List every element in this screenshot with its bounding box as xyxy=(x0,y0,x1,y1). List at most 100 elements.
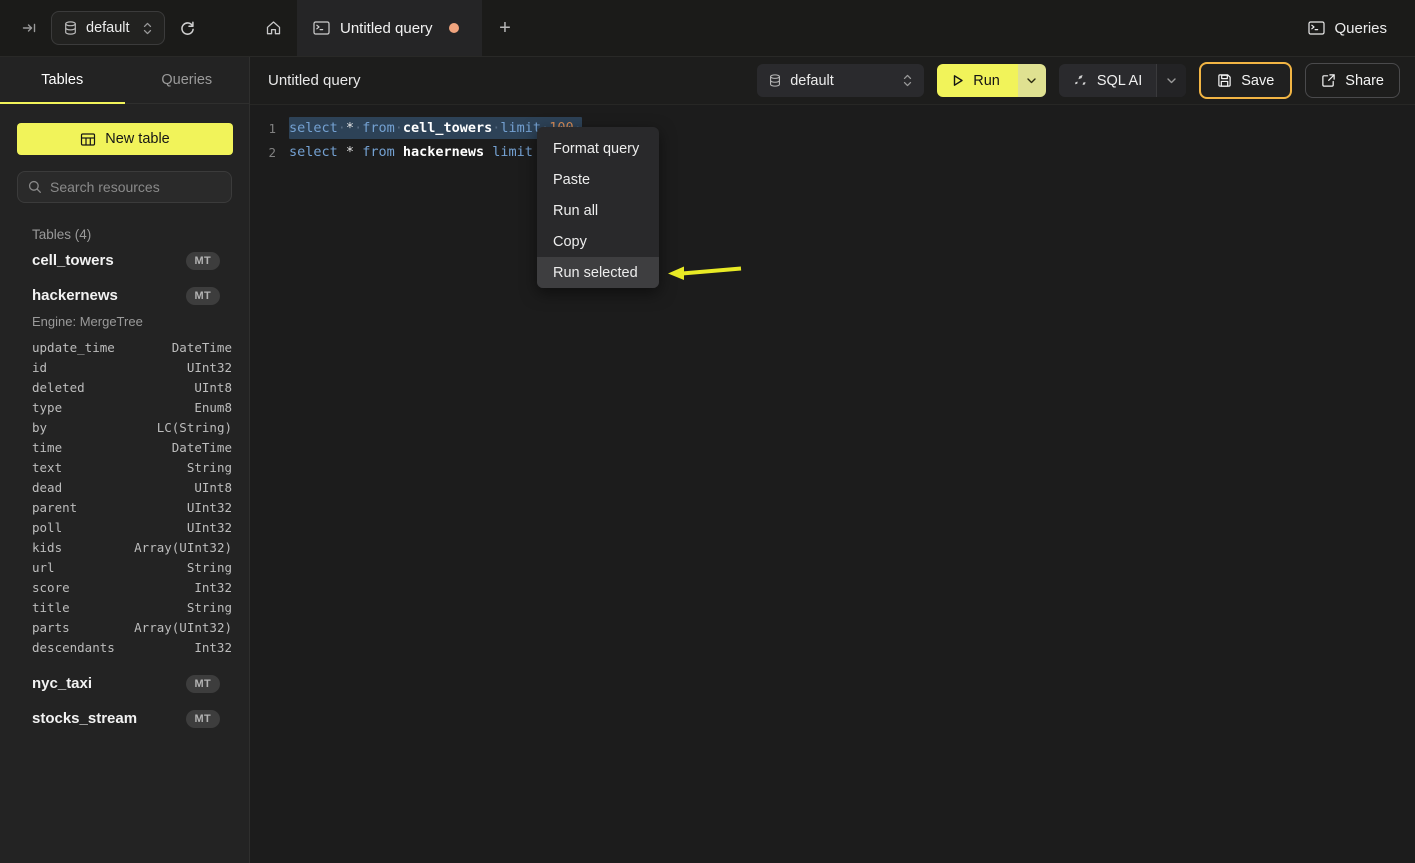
new-table-button[interactable]: New table xyxy=(17,123,233,155)
column-row: scoreInt32 xyxy=(0,577,249,597)
whitespace-dot: · xyxy=(354,120,362,136)
column-row: typeEnum8 xyxy=(0,397,249,417)
new-table-label: New table xyxy=(105,131,169,147)
run-button-label: Run xyxy=(973,73,1000,89)
column-type: DateTime xyxy=(172,340,232,355)
engine-badge: MT xyxy=(186,675,220,693)
top-bar: default xyxy=(0,0,1415,57)
sql-token: select xyxy=(289,144,338,160)
column-row: update_timeDateTime xyxy=(0,337,249,357)
column-type: UInt8 xyxy=(194,480,232,495)
column-row: deleted UInt8 xyxy=(0,377,249,397)
column-type: Int32 xyxy=(194,580,232,595)
column-type: String xyxy=(187,460,232,475)
toolbar-database-value: default xyxy=(790,73,834,89)
external-link-icon xyxy=(1321,73,1336,88)
sql-ai-label: SQL AI xyxy=(1097,73,1142,89)
collapse-sidebar-icon[interactable] xyxy=(22,21,37,35)
sidebar-tab-queries[interactable]: Queries xyxy=(125,57,250,103)
table-row[interactable]: cell_towersMT xyxy=(0,244,249,277)
context-menu: Format queryPasteRun allCopyRun selected xyxy=(537,127,659,288)
chevron-down-icon xyxy=(1027,78,1036,84)
column-name: time xyxy=(32,440,62,455)
column-row: titleString xyxy=(0,597,249,617)
sidebar-tab-tables[interactable]: Tables xyxy=(0,57,125,103)
queries-button-label: Queries xyxy=(1334,20,1387,37)
tab-untitled-query[interactable]: Untitled query xyxy=(297,0,482,56)
sql-editor[interactable]: 1select·*·from·cell_towers·limit·100·2se… xyxy=(250,105,1415,863)
column-name: title xyxy=(32,600,70,615)
column-type: UInt32 xyxy=(187,360,232,375)
line-number: 1 xyxy=(250,121,276,136)
sql-token: cell_towers xyxy=(403,120,492,136)
tables-list: cell_towersMThackernewsMTEngine: MergeTr… xyxy=(0,244,249,735)
menu-item-format-query[interactable]: Format query xyxy=(537,133,659,164)
sidebar-tabs: Tables Queries xyxy=(0,57,249,104)
table-name: cell_towers xyxy=(32,252,114,269)
run-options-button[interactable] xyxy=(1018,64,1046,97)
whitespace-dot: · xyxy=(395,120,403,136)
column-row: descendantsInt32 xyxy=(0,637,249,657)
search-box xyxy=(17,171,232,203)
column-type: DateTime xyxy=(172,440,232,455)
query-toolbar: Untitled query default xyxy=(250,57,1415,105)
toolbar-actions: default Run xyxy=(757,62,1400,99)
code-line: 2select * from hackernews limit xyxy=(250,140,1415,164)
search-input[interactable] xyxy=(50,179,221,195)
run-button[interactable]: Run xyxy=(937,64,1018,97)
column-name: descendants xyxy=(32,640,115,655)
table-row[interactable]: hackernews MT xyxy=(0,279,249,312)
sidebar-tab-queries-label: Queries xyxy=(161,72,212,88)
queries-button[interactable]: Queries xyxy=(1308,20,1387,37)
table-name: nyc_taxi xyxy=(32,675,92,692)
column-row: poll UInt32 xyxy=(0,517,249,537)
engine-badge: MT xyxy=(186,710,220,728)
column-name: parts xyxy=(32,620,70,635)
query-title: Untitled query xyxy=(268,72,361,89)
save-button[interactable]: Save xyxy=(1199,62,1292,99)
sql-ai-options-button[interactable] xyxy=(1156,64,1186,97)
unsaved-changes-dot xyxy=(449,23,459,33)
column-name: poll xyxy=(32,520,62,535)
column-type: UInt8 xyxy=(194,380,232,395)
menu-item-run-all[interactable]: Run all xyxy=(537,195,659,226)
topbar-right: Queries xyxy=(1308,0,1415,56)
share-button-label: Share xyxy=(1345,73,1384,89)
database-selector[interactable]: default xyxy=(51,11,165,45)
table-row[interactable]: stocks_streamMT xyxy=(0,702,249,735)
queries-icon xyxy=(1308,21,1325,35)
save-button-label: Save xyxy=(1241,73,1274,89)
column-name: url xyxy=(32,560,55,575)
sidebar: Tables Queries New table Tables (4) cell… xyxy=(0,57,250,863)
share-button[interactable]: Share xyxy=(1305,63,1400,98)
menu-item-paste[interactable]: Paste xyxy=(537,164,659,195)
menu-item-run-selected[interactable]: Run selected xyxy=(537,257,659,288)
search-icon xyxy=(28,180,42,194)
menu-item-copy[interactable]: Copy xyxy=(537,226,659,257)
add-tab-button[interactable]: + xyxy=(482,0,528,56)
column-type: UInt32 xyxy=(187,520,232,535)
toolbar-database-selector[interactable]: default xyxy=(757,64,924,97)
column-row: url String xyxy=(0,557,249,577)
column-type: String xyxy=(187,560,232,575)
play-icon xyxy=(952,74,964,87)
sql-token: limit xyxy=(492,144,533,160)
column-type: Array(UInt32) xyxy=(134,540,232,555)
refresh-icon[interactable] xyxy=(179,20,196,37)
column-type: LC(String) xyxy=(157,420,232,435)
column-name: deleted xyxy=(32,380,85,395)
sql-ai-button-group: SQL AI xyxy=(1059,64,1186,97)
sql-ai-button[interactable]: SQL AI xyxy=(1059,64,1156,97)
column-name: text xyxy=(32,460,62,475)
topbar-left: default xyxy=(0,0,250,56)
code-lines: 1select·*·from·cell_towers·limit·100·2se… xyxy=(250,116,1415,164)
tab-label: Untitled query xyxy=(340,20,433,37)
table-row[interactable]: nyc_taxi MT xyxy=(0,667,249,700)
column-row: kidsArray(UInt32) xyxy=(0,537,249,557)
engine-badge: MT xyxy=(186,287,220,305)
save-icon xyxy=(1217,73,1232,88)
table-name: hackernews xyxy=(32,287,118,304)
home-tab[interactable] xyxy=(250,0,297,56)
column-name: dead xyxy=(32,480,62,495)
column-row: byLC(String) xyxy=(0,417,249,437)
